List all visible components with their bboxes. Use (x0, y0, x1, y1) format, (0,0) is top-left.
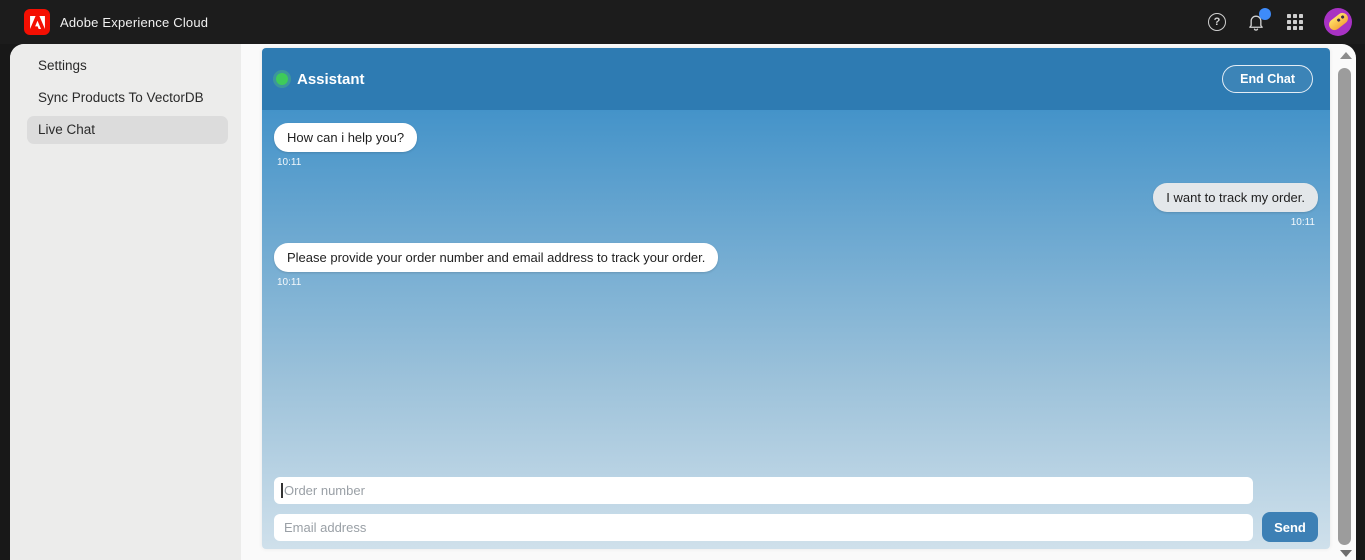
message-bubble: Please provide your order number and ema… (274, 243, 719, 272)
app-title: Adobe Experience Cloud (60, 14, 209, 30)
email-input[interactable] (274, 513, 1253, 541)
avatar-rocket-emoji (1326, 10, 1351, 33)
message-bubble: I want to track my order. (1153, 183, 1318, 212)
sidebar-item-live-chat[interactable]: Live Chat (27, 116, 228, 144)
chat-input-footer: Send (274, 477, 1330, 542)
topbar: Adobe Experience Cloud ? (0, 0, 1365, 44)
sidebar-item-sync-products[interactable]: Sync Products To VectorDB (27, 84, 228, 112)
sidebar-item-settings[interactable]: Settings (27, 52, 228, 80)
message-bubble: How can i help you? (274, 123, 418, 152)
chat-messages-area: How can i help you? 10:11 I want to trac… (262, 110, 1330, 549)
message-assistant: How can i help you? 10:11 (274, 123, 1318, 168)
sidebar: Settings Sync Products To VectorDB Live … (10, 44, 241, 560)
message-assistant: Please provide your order number and ema… (274, 243, 1318, 288)
email-field-wrap (274, 513, 1253, 541)
chat-title: Assistant (297, 70, 365, 88)
online-status-icon (276, 73, 288, 85)
message-timestamp: 10:11 (1290, 217, 1315, 228)
app-switcher-icon[interactable] (1285, 12, 1305, 32)
adobe-a-mark (29, 15, 45, 29)
order-number-field-wrap (274, 477, 1253, 504)
notification-badge (1259, 8, 1271, 20)
chat-header: Assistant End Chat (262, 48, 1330, 110)
end-chat-button[interactable]: End Chat (1222, 65, 1313, 93)
bell-icon[interactable] (1246, 8, 1271, 32)
avatar[interactable] (1324, 8, 1352, 36)
scrollbar-down-arrow-icon[interactable] (1340, 550, 1352, 557)
message-timestamp: 10:11 (277, 157, 302, 168)
help-icon[interactable]: ? (1207, 12, 1227, 32)
message-timestamp: 10:11 (277, 277, 302, 288)
topbar-actions: ? (1207, 8, 1352, 36)
adobe-logo-icon[interactable] (24, 9, 50, 35)
app-surface: Settings Sync Products To VectorDB Live … (10, 44, 1356, 560)
chat-panel: Assistant End Chat How can i help you? 1… (262, 48, 1330, 549)
scrollbar-thumb[interactable] (1338, 68, 1351, 545)
send-button[interactable]: Send (1262, 512, 1318, 542)
message-user: I want to track my order. 10:11 (274, 183, 1318, 228)
main-content: Assistant End Chat How can i help you? 1… (241, 44, 1356, 560)
email-send-row: Send (274, 512, 1330, 542)
text-cursor (281, 483, 283, 498)
scrollbar-up-arrow-icon[interactable] (1340, 52, 1352, 59)
order-number-input[interactable] (274, 477, 1253, 504)
